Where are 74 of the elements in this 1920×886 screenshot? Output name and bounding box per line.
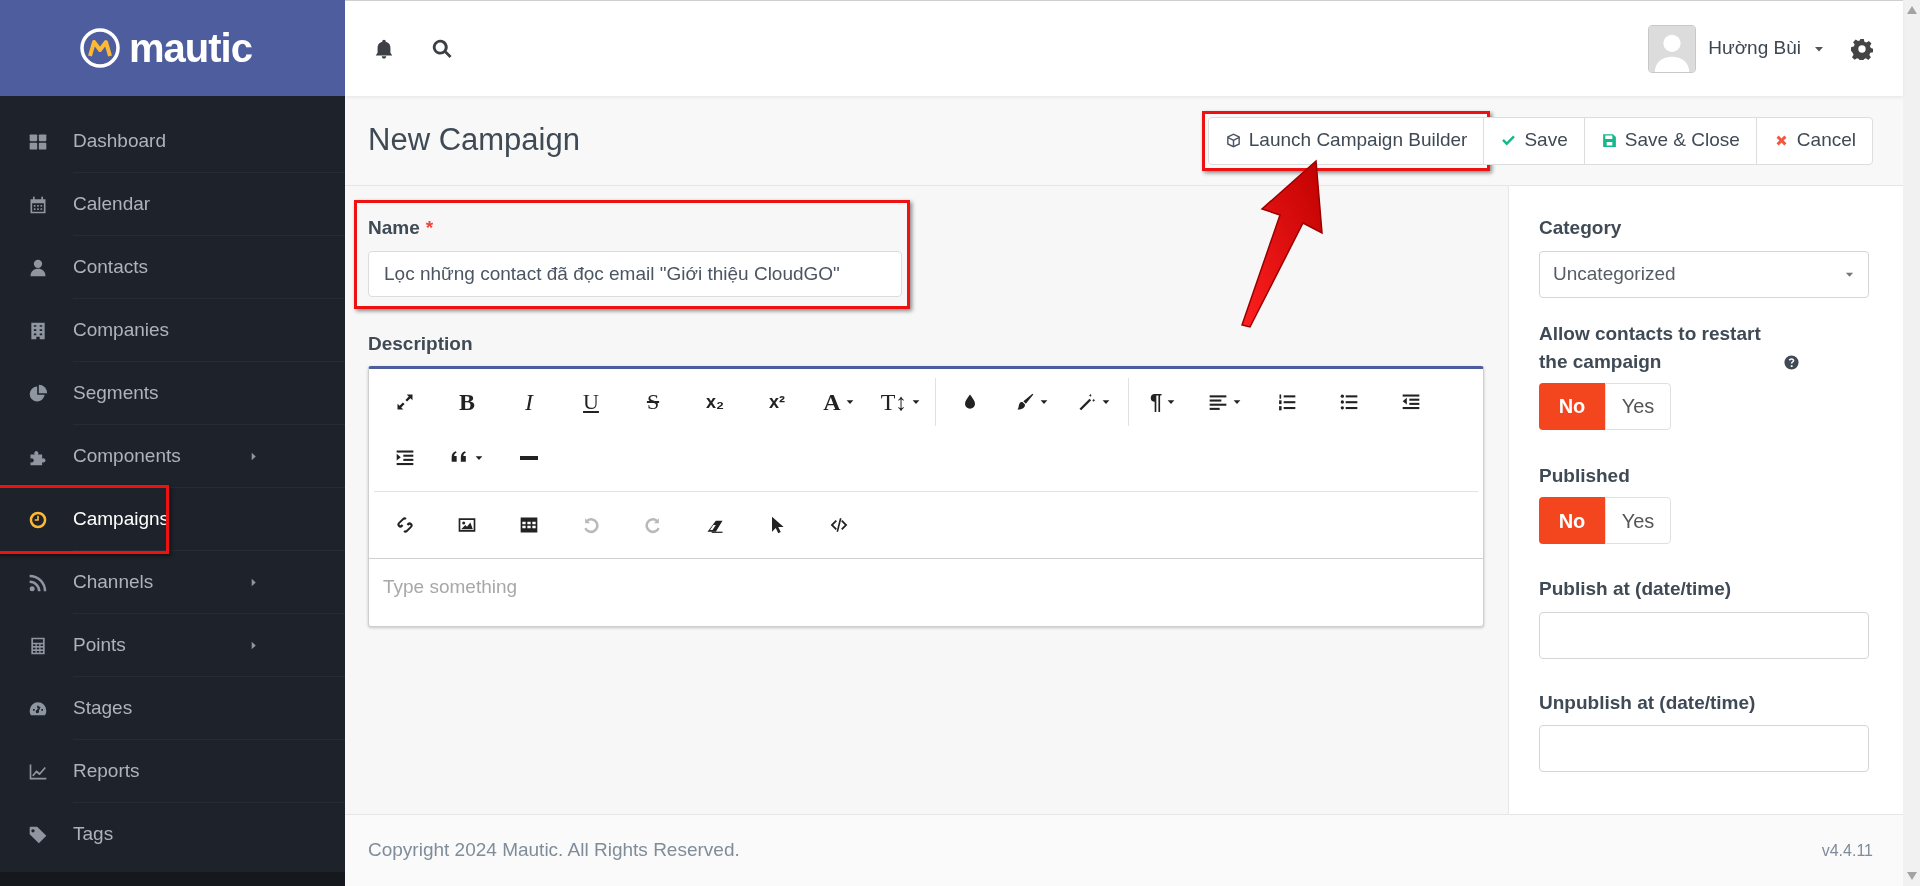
outdent-icon <box>1401 392 1421 412</box>
action-button[interactable]: Launch Campaign Builder <box>1207 116 1485 165</box>
logo-icon <box>79 27 122 69</box>
scrollbar[interactable] <box>1903 0 1920 886</box>
indent-icon <box>395 448 415 468</box>
settings-icon <box>1851 37 1873 60</box>
toolbar-button[interactable]: A <box>808 379 870 425</box>
toolbar-button[interactable]: S <box>622 379 684 425</box>
building-icon <box>28 320 48 341</box>
unpublish-date-field[interactable] <box>1539 725 1869 772</box>
page-title: New Campaign <box>368 121 581 160</box>
caret-icon <box>474 453 484 463</box>
settings-button[interactable] <box>1851 36 1875 61</box>
toolbar-button[interactable]: x₂ <box>684 379 746 425</box>
field-label: Name <box>368 217 420 238</box>
action-button[interactable]: Save <box>1483 116 1585 165</box>
magic-wand-icon <box>1077 392 1097 412</box>
field-label: Unpublish at (date/time) <box>1539 690 1757 715</box>
avatar-icon <box>1648 24 1697 73</box>
toggle-option[interactable]: No <box>1539 382 1605 430</box>
caret-icon <box>844 397 855 407</box>
toolbar-button[interactable]: x² <box>746 379 808 425</box>
scroll-up-arrow-icon <box>1906 6 1917 14</box>
action-button[interactable]: Cancel <box>1755 116 1873 165</box>
paintbrush-icon <box>1015 392 1035 412</box>
cube-icon <box>1224 132 1242 149</box>
person-icon <box>28 257 48 278</box>
bell-icon <box>373 37 395 60</box>
help-icon <box>1783 353 1800 371</box>
caret-icon <box>1232 397 1242 407</box>
link-icon <box>395 515 415 535</box>
sidebar-item[interactable]: Campaigns <box>0 488 345 551</box>
rss-icon <box>28 572 48 593</box>
toolbar-button[interactable]: ¶ <box>1132 379 1194 425</box>
toolbar-button[interactable]: I <box>498 379 560 425</box>
pie-chart-icon <box>28 383 48 404</box>
field-label: Publish at (date/time) <box>1539 577 1733 601</box>
logo-text: mautic <box>129 28 252 68</box>
calculator-icon <box>28 635 48 656</box>
code-icon <box>829 515 849 535</box>
required-mark: * <box>425 217 434 238</box>
scroll-down-arrow-icon <box>1906 872 1917 880</box>
field-label: Category <box>1539 216 1623 240</box>
toolbar-button[interactable]: B <box>436 379 498 425</box>
sidebar-item[interactable]: Tags <box>0 803 345 866</box>
bullet-list-icon <box>1339 392 1359 412</box>
calendar-icon <box>28 194 48 215</box>
toggle-option[interactable]: Yes <box>1605 382 1671 430</box>
align-left-icon <box>1208 392 1228 412</box>
expand-icon <box>395 392 415 412</box>
image-icon <box>457 515 477 535</box>
version-text: v4.4.11 <box>1821 840 1873 861</box>
user-menu[interactable]: Hường Bùi <box>1648 24 1825 73</box>
toolbar-button[interactable]: U <box>560 379 622 425</box>
tag-icon <box>28 824 48 845</box>
toolbar-button[interactable]: T↕ <box>870 379 932 425</box>
field-label: Description <box>368 331 474 356</box>
table-icon <box>519 515 539 535</box>
field-label: Allow contacts to restart the campaign <box>1539 321 1762 374</box>
category-select[interactable]: Uncategorized <box>1539 250 1869 298</box>
name-field[interactable]: Lọc những contact đã đọc email "Giới thiệu CloudGO" <box>368 250 902 297</box>
toggle-option[interactable]: Yes <box>1605 497 1671 544</box>
copyright-text: Copyright 2024 Mautic. All Rights Reserved. <box>368 838 740 863</box>
field-label: Published <box>1539 463 1631 488</box>
numbered-list-icon <box>1277 392 1297 412</box>
toggle-option[interactable]: No <box>1539 497 1605 544</box>
search-icon <box>431 37 453 60</box>
caret-icon <box>1101 397 1111 407</box>
action-button[interactable]: Save & Close <box>1583 116 1757 165</box>
publish-date-field[interactable] <box>1539 611 1869 659</box>
caret-icon <box>1039 397 1049 407</box>
clock-icon <box>28 509 48 530</box>
caret-icon <box>1166 397 1177 407</box>
caret-icon <box>911 397 922 407</box>
